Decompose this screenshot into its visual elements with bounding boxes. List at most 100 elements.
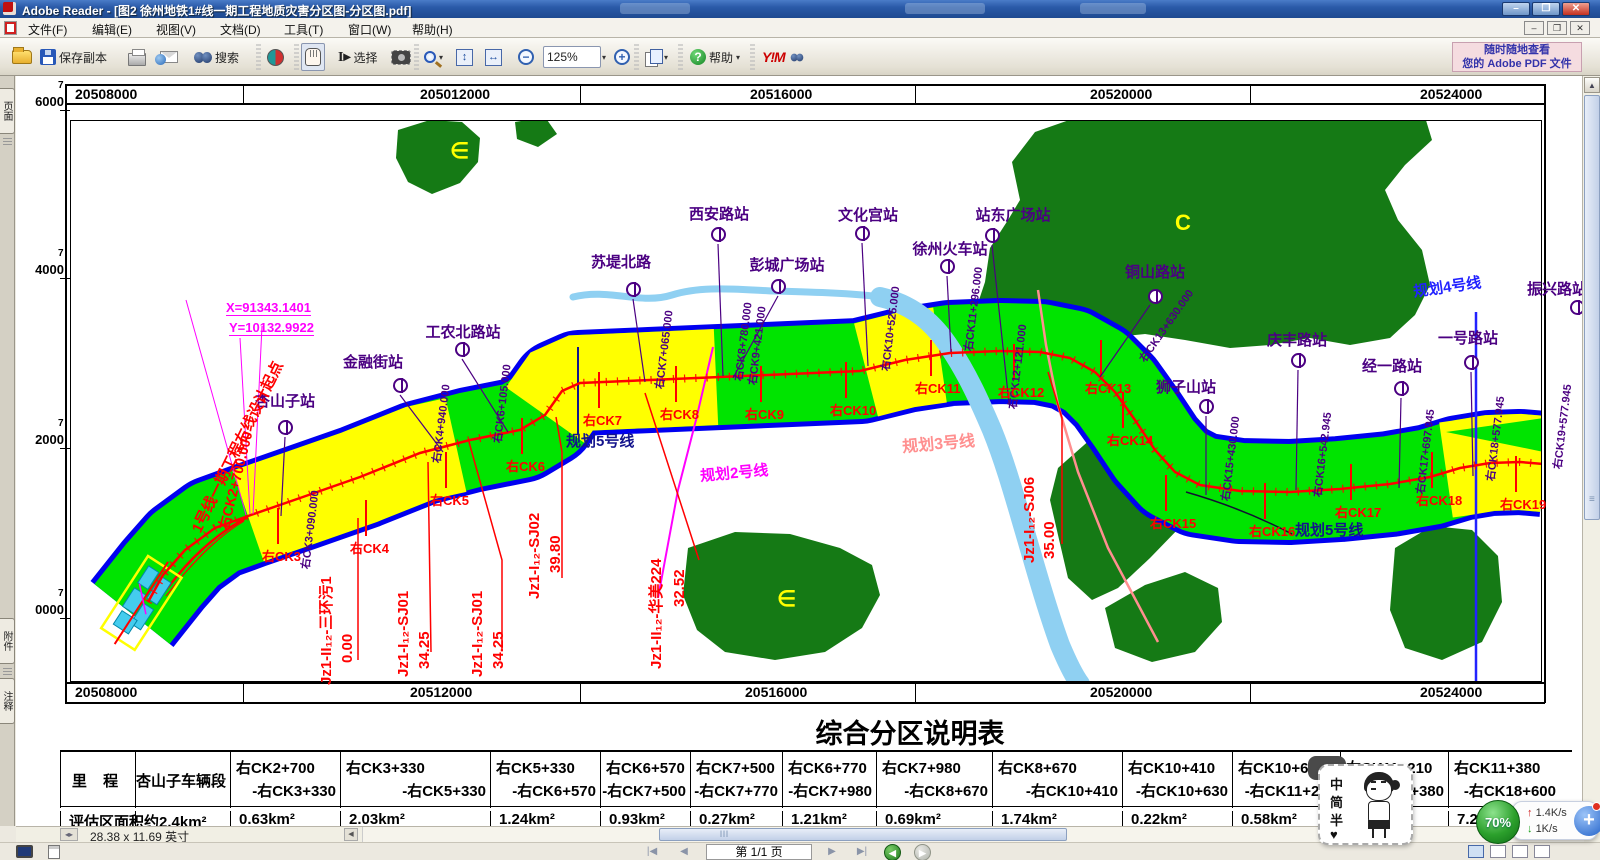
continuous-facing-mode-button[interactable] <box>1534 845 1550 858</box>
table-cell-line2: -右CK10+630 <box>1136 780 1228 801</box>
doc-minimize-button[interactable]: – <box>1524 21 1544 35</box>
page-mode-icon[interactable] <box>48 845 60 859</box>
menu-1[interactable]: 文件(F) <box>22 20 73 36</box>
yahoo-search-button[interactable]: Y!M <box>758 43 810 71</box>
fit-width-button[interactable]: ↔ <box>481 43 506 71</box>
review-button[interactable] <box>263 43 288 71</box>
map-frame-line <box>65 84 1545 86</box>
pane-resize-grip[interactable]: ◂▸ <box>60 828 78 841</box>
ime-simplified-indicator[interactable]: 简 <box>1330 792 1343 811</box>
map-inner-frame <box>70 120 1542 682</box>
close-button[interactable]: ✕ <box>1562 2 1590 16</box>
menu-3[interactable]: 视图(V) <box>150 20 202 36</box>
scroll-up-button[interactable]: ▲ <box>1584 77 1600 93</box>
ime-heart-icon[interactable]: ♥ <box>1330 827 1338 842</box>
last-page-button[interactable]: ▶| <box>850 845 874 859</box>
previous-page-button[interactable]: ◀ <box>672 845 696 859</box>
grid-coordinate-bottom: 20512000 <box>410 684 472 700</box>
scroll-left-button[interactable]: ◀ <box>344 828 358 841</box>
map-frame-line <box>1544 84 1546 703</box>
grid-coordinate-left: 2000 <box>24 432 64 447</box>
memory-usage-ball[interactable]: 70% <box>1476 800 1520 844</box>
continuous-mode-button[interactable] <box>1490 845 1506 858</box>
vertical-scrollbar[interactable]: ▲ ▼ <box>1582 76 1600 842</box>
search-button[interactable]: 搜索 <box>190 43 243 71</box>
previous-view-button[interactable]: ◀ <box>884 844 901 860</box>
hand-tool-button[interactable] <box>301 43 325 71</box>
horizontal-scroll-thumb[interactable] <box>659 828 1067 841</box>
next-page-button[interactable]: ▶ <box>820 845 844 859</box>
station-symbol <box>1464 355 1479 370</box>
station-chainage: 右CK15+430.000 <box>1217 415 1243 502</box>
adobe-promo-banner[interactable]: 随时随地查看 您的 Adobe PDF 文件 <box>1452 42 1582 72</box>
station-leader <box>733 296 778 378</box>
menu-2[interactable]: 编辑(E) <box>86 20 138 36</box>
help-icon: ? <box>690 49 706 65</box>
snapshot-button[interactable] <box>388 43 414 71</box>
binoculars-icon <box>790 53 803 61</box>
station-chainage: 右CK6+105.000 <box>489 363 515 444</box>
menu-5[interactable]: 工具(T) <box>278 20 329 36</box>
single-page-mode-button[interactable] <box>1468 845 1484 858</box>
chainage-mark-label: 右CK18 <box>1416 490 1462 509</box>
print-button[interactable] <box>124 43 150 71</box>
restore-button[interactable]: ❐ <box>1532 2 1560 16</box>
table-cell-partial: 1.21km² <box>782 811 876 826</box>
menu-6[interactable]: 窗口(W) <box>342 20 397 36</box>
toolbar-separator <box>678 44 683 70</box>
facing-mode-button[interactable] <box>1512 845 1528 858</box>
save-copy-button[interactable]: 保存副本 <box>36 43 111 71</box>
ime-status-popup[interactable]: 中 简 半 ♥ <box>1318 764 1413 845</box>
minimize-button[interactable]: – <box>1502 2 1530 16</box>
fullscreen-mode-icon[interactable] <box>16 845 33 858</box>
zoom-in-tool-button[interactable]: ▾ <box>420 43 447 71</box>
geological-zoning-map <box>16 76 1582 826</box>
menu-7[interactable]: 帮助(H) <box>406 20 459 36</box>
map-frame-line <box>60 448 70 449</box>
email-button[interactable] <box>156 43 182 71</box>
open-button[interactable] <box>8 43 36 71</box>
toolbar-separator <box>256 44 261 70</box>
station-chainage: 右CK12+121.000 <box>1004 323 1030 410</box>
zoom-in-button[interactable]: + <box>610 43 634 71</box>
select-label: 选择 <box>353 49 377 66</box>
page-display-button[interactable]: ▾ <box>641 43 672 71</box>
help-button[interactable]: ?帮助▾ <box>686 43 744 71</box>
planned-line-label: 规划4号线 <box>1412 271 1483 301</box>
planned-line-label: 规划3号线 <box>901 427 976 457</box>
document-page[interactable]: 2050800020501200020516000205200002052400… <box>16 76 1582 826</box>
select-tool-button[interactable]: I▸选择 <box>334 43 382 71</box>
page-number-field[interactable]: 第 1/1 页 <box>706 844 812 860</box>
centerline-ticks <box>148 351 1544 602</box>
depot-branch-line2 <box>166 521 244 596</box>
station-symbol <box>278 420 293 435</box>
table-cell: 右CK5+330-右CK6+570 <box>490 752 600 808</box>
sidebar-tab-attachments[interactable]: 附件 <box>0 618 15 664</box>
ime-lang-indicator[interactable]: 中 <box>1330 774 1343 793</box>
mascot-eye <box>1371 781 1376 783</box>
toolbar-separator <box>634 44 639 70</box>
station-label: 工农北路站 <box>425 321 500 342</box>
doc-restore-button[interactable]: ❐ <box>1547 21 1567 35</box>
zoom-combo-arrow[interactable]: ▾ <box>598 43 610 71</box>
sidebar-tab-comments[interactable]: 注释 <box>0 678 15 724</box>
grid-coordinate-left-fragment: 7 <box>58 588 64 599</box>
station-leader <box>1296 370 1298 490</box>
table-cell-partial: 2.03km² <box>340 811 490 826</box>
vertical-scroll-thumb[interactable] <box>1584 95 1600 520</box>
zoom-level-combo[interactable]: 125% <box>543 46 601 68</box>
email-icon <box>160 51 178 63</box>
borehole-annotation: Jz1-I₁₂-SJ06 <box>1021 477 1038 563</box>
forest-area <box>1105 572 1222 662</box>
zoom-out-button[interactable]: − <box>514 43 538 71</box>
next-view-button[interactable]: ▶ <box>914 844 931 860</box>
page-display-icon <box>645 49 661 65</box>
doc-close-button[interactable]: ✕ <box>1570 21 1590 35</box>
first-page-button[interactable]: |◀ <box>640 845 664 859</box>
menu-4[interactable]: 文档(D) <box>214 20 267 36</box>
sidebar-tab-pages[interactable]: 页面 <box>0 88 15 134</box>
zone-yellow <box>866 355 940 370</box>
fit-height-button[interactable]: ↕ <box>452 43 477 71</box>
mascot-leg <box>1384 829 1386 838</box>
table-cell-line2: -右CK7+980 <box>788 780 872 801</box>
